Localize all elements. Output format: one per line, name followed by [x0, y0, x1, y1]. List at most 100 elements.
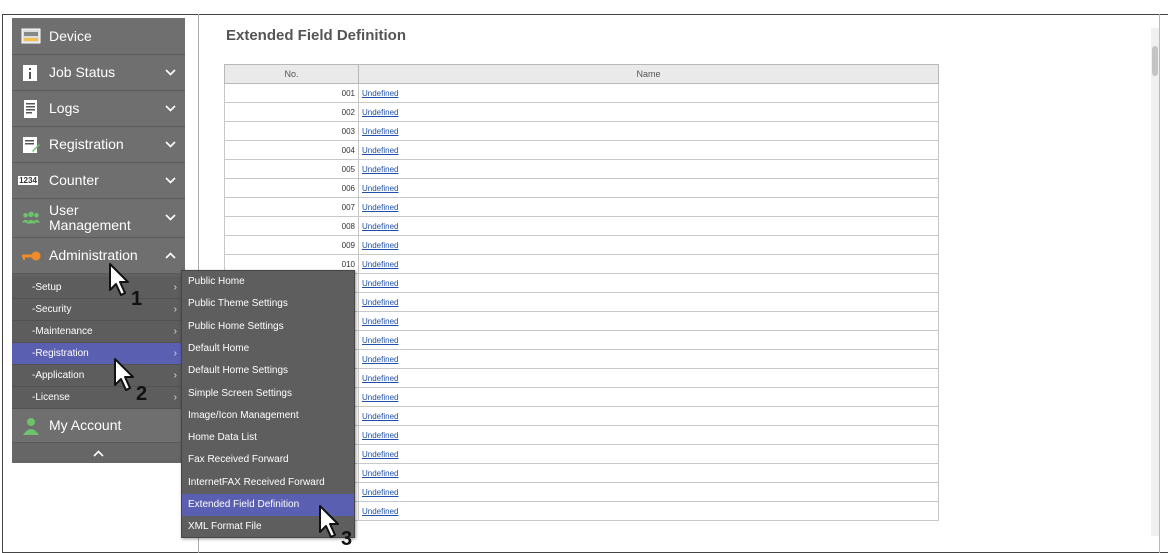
cursor-arrow-icon — [318, 504, 342, 545]
sidebar-item-device[interactable]: Device — [12, 18, 185, 55]
row-name-cell: Undefined — [358, 197, 939, 217]
chevron-right-icon: › — [173, 348, 177, 359]
field-name-link[interactable]: Undefined — [362, 393, 398, 402]
table-row: 006 Undefined — [224, 178, 939, 198]
chevron-down-icon — [165, 175, 176, 187]
vertical-scrollbar[interactable] — [1151, 28, 1159, 536]
sidebar-item-user-management[interactable]: User Management — [12, 199, 185, 238]
sidebar-subitem-registration[interactable]: -Registration › — [12, 343, 185, 365]
submenu-item[interactable]: Public Home Settings — [182, 316, 354, 338]
field-name-link[interactable]: Undefined — [362, 355, 398, 364]
callout-number: 2 — [136, 383, 148, 405]
row-name-cell: Undefined — [358, 501, 939, 521]
chevron-right-icon: › — [173, 326, 177, 337]
table-row: 001 Undefined — [224, 83, 939, 103]
row-name-cell: Undefined — [358, 140, 939, 160]
sidebar-subitem-license[interactable]: -License › — [12, 387, 185, 409]
chevron-down-icon — [165, 212, 176, 224]
sidebar-subitem-maintenance[interactable]: -Maintenance › — [12, 321, 185, 343]
submenu-item[interactable]: Simple Screen Settings — [182, 383, 354, 405]
field-name-link[interactable]: Undefined — [362, 241, 398, 250]
sidebar-subitem-application[interactable]: -Application › — [12, 365, 185, 387]
field-name-link[interactable]: Undefined — [362, 146, 398, 155]
field-name-link[interactable]: Undefined — [362, 488, 398, 497]
sidebar-item-logs[interactable]: Logs — [12, 91, 185, 127]
sidebar-item-label: Device — [49, 27, 92, 44]
row-name-cell: Undefined — [358, 444, 939, 464]
field-name-link[interactable]: Undefined — [362, 165, 398, 174]
column-header-name: Name — [358, 64, 939, 84]
sidebar-item-label: My Account — [49, 417, 122, 433]
submenu-item[interactable]: Home Data List — [182, 427, 354, 449]
sidebar-item-label: Job Status — [49, 64, 116, 80]
sidebar-item-my-account[interactable]: My Account — [12, 409, 185, 443]
table-row: 007 Undefined — [224, 197, 939, 217]
sidebar-item-counter[interactable]: 1234 Counter — [12, 163, 185, 199]
registration-icon — [21, 135, 41, 155]
submenu-item[interactable]: Public Theme Settings — [182, 293, 354, 315]
sidebar-item-label: Counter — [49, 172, 99, 188]
field-name-link[interactable]: Undefined — [362, 450, 398, 459]
device-icon — [21, 26, 41, 46]
row-number: 004 — [224, 140, 359, 160]
sidebar-item-registration[interactable]: Registration — [12, 127, 185, 163]
sidebar-item-administration[interactable]: Administration — [12, 238, 185, 274]
field-name-link[interactable]: Undefined — [362, 374, 398, 383]
table-row: 003 Undefined — [224, 121, 939, 141]
row-name-cell: Undefined — [358, 102, 939, 122]
collapse-sidebar-button[interactable] — [12, 443, 185, 463]
row-name-cell: Undefined — [358, 83, 939, 103]
cursor-arrow-icon — [108, 262, 132, 303]
sidebar-subitem-security[interactable]: -Security › — [12, 299, 185, 321]
submenu-item[interactable]: Default Home — [182, 338, 354, 360]
field-name-link[interactable]: Undefined — [362, 412, 398, 421]
row-number: 003 — [224, 121, 359, 141]
chevron-down-icon — [165, 103, 176, 115]
field-name-link[interactable]: Undefined — [362, 431, 398, 440]
row-name-cell: Undefined — [358, 387, 939, 407]
chevron-down-icon — [165, 139, 176, 151]
row-name-cell: Undefined — [358, 311, 939, 331]
field-name-link[interactable]: Undefined — [362, 336, 398, 345]
field-name-link[interactable]: Undefined — [362, 279, 398, 288]
field-name-link[interactable]: Undefined — [362, 108, 398, 117]
field-name-link[interactable]: Undefined — [362, 317, 398, 326]
table-header-row: No. Name — [224, 64, 939, 84]
submenu-item[interactable]: Fax Received Forward — [182, 449, 354, 471]
account-icon — [21, 416, 41, 436]
row-number: 005 — [224, 159, 359, 179]
subitem-label: -Maintenance — [32, 326, 93, 337]
sidebar: Device Job Status Logs Registration 1234… — [12, 18, 185, 463]
field-name-link[interactable]: Undefined — [362, 298, 398, 307]
row-number: 001 — [224, 83, 359, 103]
sidebar-subitem-setup[interactable]: -Setup › — [12, 277, 185, 299]
row-name-cell: Undefined — [358, 159, 939, 179]
field-name-link[interactable]: Undefined — [362, 507, 398, 516]
submenu-item[interactable]: Default Home Settings — [182, 360, 354, 382]
row-name-cell: Undefined — [358, 425, 939, 445]
field-name-link[interactable]: Undefined — [362, 184, 398, 193]
field-name-link[interactable]: Undefined — [362, 222, 398, 231]
callout-number: 1 — [131, 288, 143, 310]
subitem-label: -Registration — [32, 348, 89, 359]
row-number: 002 — [224, 102, 359, 122]
chevron-right-icon: › — [173, 282, 177, 293]
field-name-link[interactable]: Undefined — [362, 469, 398, 478]
user-management-icon — [21, 208, 41, 228]
sidebar-item-label: Registration — [49, 136, 124, 152]
key-icon — [21, 246, 41, 266]
row-name-cell: Undefined — [358, 235, 939, 255]
field-name-link[interactable]: Undefined — [362, 89, 398, 98]
table-row: 002 Undefined — [224, 102, 939, 122]
submenu-item[interactable]: InternetFAX Received Forward — [182, 472, 354, 494]
logs-icon — [21, 99, 41, 119]
submenu-item[interactable]: Image/Icon Management — [182, 405, 354, 427]
field-name-link[interactable]: Undefined — [362, 260, 398, 269]
row-name-cell: Undefined — [358, 330, 939, 350]
scrollbar-thumb[interactable] — [1152, 46, 1158, 76]
field-name-link[interactable]: Undefined — [362, 127, 398, 136]
field-name-link[interactable]: Undefined — [362, 203, 398, 212]
row-name-cell: Undefined — [358, 349, 939, 369]
submenu-item[interactable]: Public Home — [182, 271, 354, 293]
sidebar-item-job-status[interactable]: Job Status — [12, 55, 185, 91]
